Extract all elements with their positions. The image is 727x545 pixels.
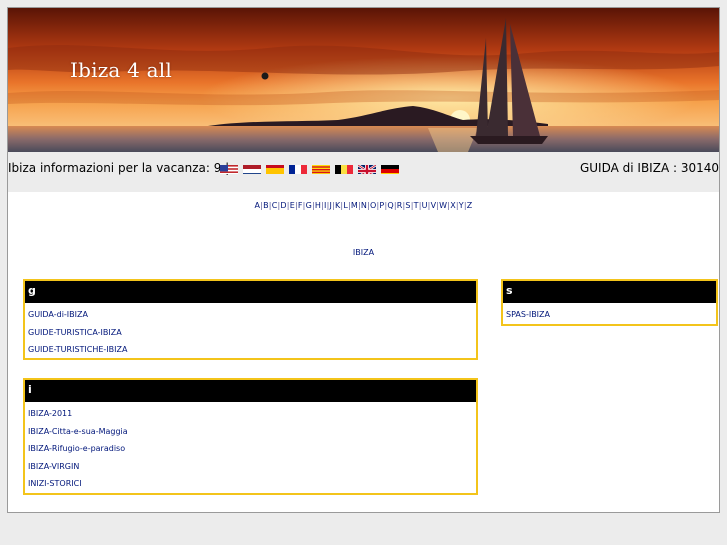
box-link[interactable]: GUIDE-TURISTICA-IBIZA	[28, 327, 476, 345]
category-box-s: s SPAS-IBIZA	[501, 279, 718, 326]
fr-flag-icon[interactable]	[289, 162, 307, 174]
box-links-g: GUIDA-di-IBIZA GUIDE-TURISTICA-IBIZA GUI…	[25, 303, 476, 362]
banner-title: Ibiza 4 all	[70, 58, 172, 82]
box-header-s: s	[503, 281, 716, 303]
box-header-g: g	[25, 281, 476, 303]
box-link[interactable]: GUIDA-di-IBIZA	[28, 309, 476, 327]
uk-flag-icon[interactable]	[358, 162, 376, 174]
nl-flag-icon[interactable]	[243, 162, 261, 174]
category-box-i: i IBIZA-2011 IBIZA-Citta-e-sua-Maggia IB…	[23, 378, 478, 495]
box-link[interactable]: SPAS-IBIZA	[506, 309, 716, 327]
category-box-g: g GUIDA-di-IBIZA GUIDE-TURISTICA-IBIZA G…	[23, 279, 478, 360]
alphabet-index: A|B|C|D|E|F|G|H|I|J|K|L|M|N|O|P|Q|R|S|T|…	[8, 201, 719, 210]
de-flag-icon[interactable]	[381, 162, 399, 174]
box-link[interactable]: IBIZA-Rifugio-e-paradiso	[28, 443, 476, 461]
guide-count: GUIDA di IBIZA : 30140	[579, 161, 719, 175]
box-link[interactable]: INIZI-STORICI	[28, 478, 476, 496]
es-flag-icon[interactable]	[266, 162, 284, 174]
info-bar: Ibiza informazioni per la vacanza: 9 | G…	[8, 152, 719, 192]
box-link[interactable]: GUIDE-TURISTICHE-IBIZA	[28, 344, 476, 362]
ibiza-link[interactable]: IBIZA	[8, 248, 719, 257]
page-frame: Ibiza 4 all Ibiza informazioni per la va…	[7, 7, 720, 513]
catalan-flag-icon[interactable]	[312, 162, 330, 174]
box-link[interactable]: IBIZA-Citta-e-sua-Maggia	[28, 426, 476, 444]
us-flag-icon[interactable]	[220, 162, 238, 174]
box-link[interactable]: IBIZA-2011	[28, 408, 476, 426]
box-header-i: i	[25, 380, 476, 402]
be-flag-icon[interactable]	[335, 162, 353, 174]
alphabet-link[interactable]: M	[351, 201, 358, 210]
box-links-s: SPAS-IBIZA	[503, 303, 716, 327]
box-links-i: IBIZA-2011 IBIZA-Citta-e-sua-Maggia IBIZ…	[25, 402, 476, 496]
header-banner: Ibiza 4 all	[8, 8, 719, 152]
info-text: Ibiza informazioni per la vacanza: 9 |	[8, 161, 230, 175]
alphabet-link[interactable]: Z	[467, 201, 473, 210]
box-link[interactable]: IBIZA-VIRGIN	[28, 461, 476, 479]
